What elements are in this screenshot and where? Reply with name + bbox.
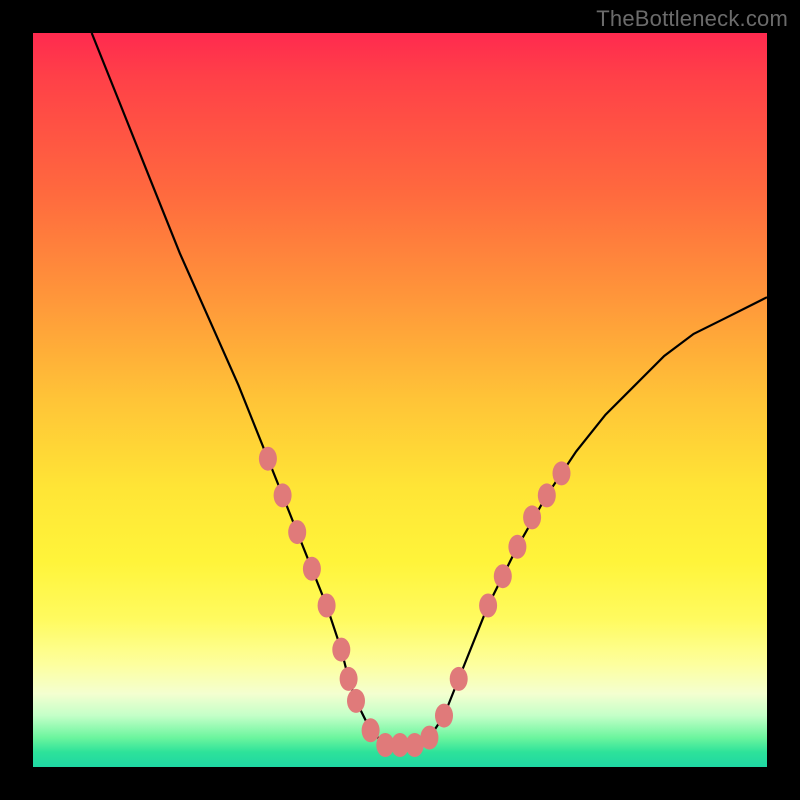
plot-area: [33, 33, 767, 767]
marker-point: [340, 667, 358, 691]
marker-point: [274, 483, 292, 507]
marker-point: [288, 520, 306, 544]
marker-point: [435, 704, 453, 728]
marker-point: [318, 594, 336, 618]
chart-svg: [33, 33, 767, 767]
marker-group: [259, 447, 571, 757]
marker-point: [538, 483, 556, 507]
marker-point: [523, 505, 541, 529]
marker-point: [259, 447, 277, 471]
bottleneck-curve: [92, 33, 767, 745]
marker-point: [362, 718, 380, 742]
watermark-text: TheBottleneck.com: [596, 6, 788, 32]
marker-point: [303, 557, 321, 581]
marker-point: [347, 689, 365, 713]
marker-point: [332, 638, 350, 662]
chart-frame: TheBottleneck.com: [0, 0, 800, 800]
marker-point: [494, 564, 512, 588]
marker-point: [450, 667, 468, 691]
marker-point: [508, 535, 526, 559]
marker-point: [553, 461, 571, 485]
marker-point: [479, 594, 497, 618]
marker-point: [420, 726, 438, 750]
